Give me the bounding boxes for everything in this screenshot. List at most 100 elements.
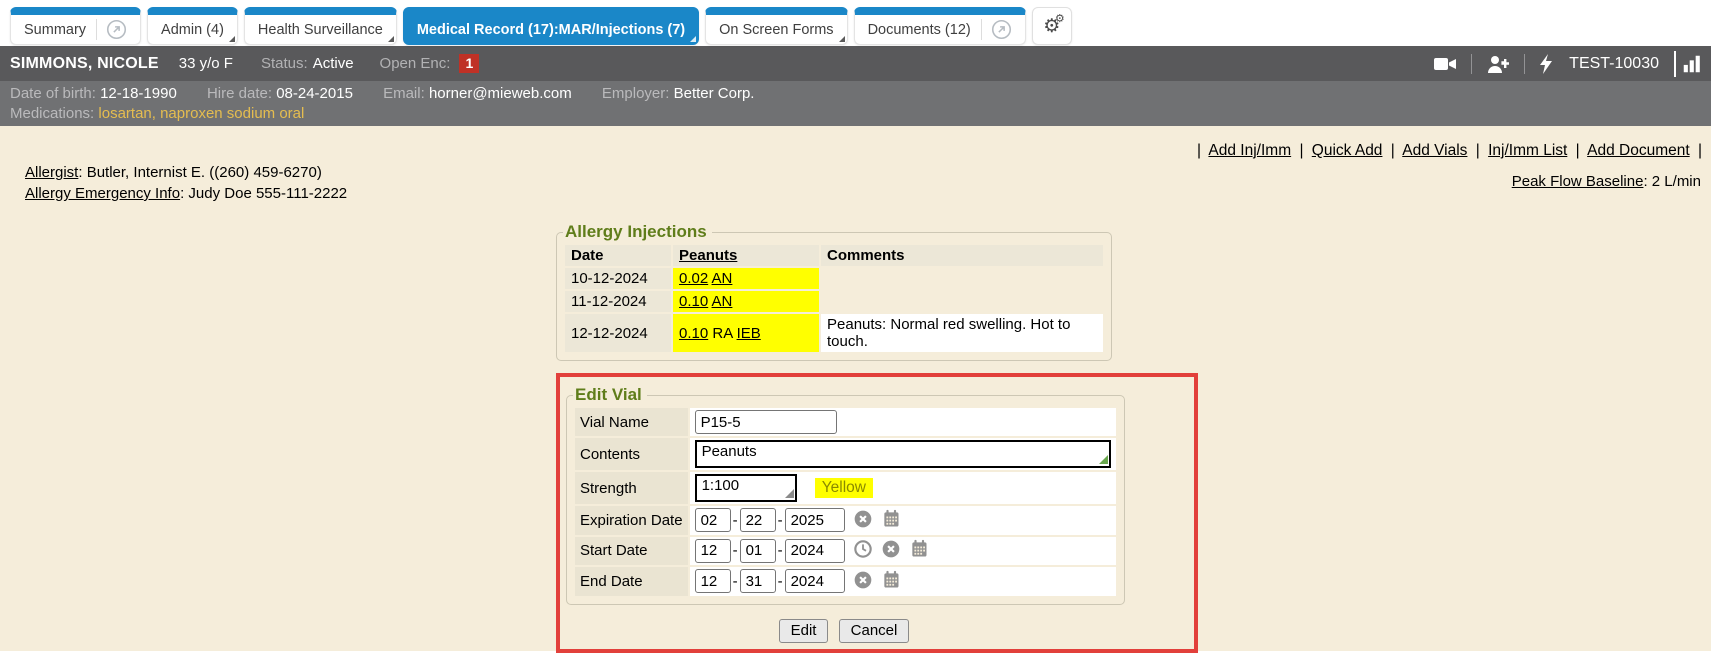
allergy-injections-panel: Allergy Injections Date Peanuts Comments… (556, 222, 1112, 361)
divider (1524, 54, 1525, 74)
peak-flow-link[interactable]: Peak Flow Baseline (1512, 173, 1644, 190)
expiration-month-input[interactable] (695, 508, 731, 532)
table-row: 10-12-2024 0.02 AN (565, 268, 1103, 289)
employer-value: Better Corp. (674, 85, 755, 102)
quick-add-link[interactable]: Quick Add (1312, 142, 1383, 159)
open-enc-badge[interactable]: 1 (459, 54, 479, 73)
divider (1471, 54, 1472, 74)
separator: | (1387, 142, 1399, 159)
date-separator: - (778, 542, 783, 559)
start-month-input[interactable] (695, 539, 731, 563)
tab-on-screen-forms[interactable]: On Screen Forms (705, 7, 847, 45)
cancel-button[interactable]: Cancel (839, 619, 910, 643)
form-row-vial-name: Vial Name (575, 408, 1116, 436)
end-day-input[interactable] (740, 569, 776, 593)
form-row-strength: Strength 1:100 Yellow (575, 472, 1116, 504)
code-link[interactable]: IEB (737, 325, 761, 342)
peak-flow-value: 2 L/min (1652, 173, 1701, 190)
date-separator: - (733, 542, 738, 559)
flowsheet-button[interactable] (1674, 51, 1703, 77)
tab-documents-label: Documents (12) (868, 22, 971, 38)
tab-admin[interactable]: Admin (4) (147, 7, 238, 45)
allergy-emergency-link[interactable]: Allergy Emergency Info (25, 185, 180, 202)
code-link[interactable]: AN (712, 293, 733, 310)
tab-summary[interactable]: Summary (10, 7, 141, 45)
external-link-icon[interactable] (96, 19, 127, 40)
action-links: | Add Inj/Imm | Quick Add | Add Vials | … (1193, 142, 1706, 160)
calendar-icon[interactable] (881, 570, 901, 594)
dose-link[interactable]: 0.10 (679, 293, 708, 310)
add-vials-link[interactable]: Add Vials (1402, 142, 1467, 159)
injection-comment: Peanuts: Normal red swelling. Hot to tou… (821, 314, 1103, 352)
strength-textarea[interactable]: 1:100 (695, 474, 797, 502)
dob-value: 12-18-1990 (100, 85, 177, 102)
expiration-year-input[interactable] (785, 508, 845, 532)
form-row-contents: Contents Peanuts (575, 438, 1116, 470)
tab-health-surveillance[interactable]: Health Surveillance (244, 7, 397, 45)
calendar-icon[interactable] (881, 509, 901, 533)
vial-name-label: Vial Name (575, 408, 688, 436)
dose-link[interactable]: 0.02 (679, 270, 708, 287)
video-camera-icon[interactable] (1432, 53, 1458, 75)
dob: Date of birth: 12-18-1990 (10, 85, 177, 102)
date-separator: - (778, 573, 783, 590)
demographics-banner: Date of birth: 12-18-1990 Hire date: 08-… (0, 81, 1711, 126)
injection-dose-cell: 0.02 AN (673, 268, 819, 289)
peanuts-column-link[interactable]: Peanuts (679, 247, 737, 264)
vial-name-input[interactable] (695, 410, 837, 434)
injection-comment (821, 268, 1103, 289)
hire-label: Hire date: (207, 85, 272, 102)
hire-date: Hire date: 08-24-2015 (207, 85, 353, 102)
add-person-icon[interactable] (1485, 53, 1511, 75)
settings-button[interactable]: ⚙ ⚙ (1032, 7, 1072, 45)
main-content: Allergist: Butler, Internist E. ((260) 4… (0, 126, 1711, 651)
clear-date-icon[interactable] (853, 570, 873, 594)
status-label: Status: (261, 55, 308, 72)
injection-comment (821, 291, 1103, 312)
strength-label: Strength (575, 472, 688, 504)
end-date-label: End Date (575, 567, 688, 596)
col-peanuts: Peanuts (673, 245, 819, 266)
clear-date-icon[interactable] (853, 509, 873, 533)
resize-handle-icon[interactable] (1099, 455, 1108, 464)
allergist-value: Butler, Internist E. ((260) 459-6270) (87, 164, 322, 181)
clock-icon[interactable] (853, 539, 873, 563)
add-document-link[interactable]: Add Document (1587, 142, 1690, 159)
start-date-label: Start Date (575, 537, 688, 566)
dob-label: Date of birth: (10, 85, 96, 102)
start-day-input[interactable] (740, 539, 776, 563)
expiration-day-input[interactable] (740, 508, 776, 532)
code-link[interactable]: AN (712, 270, 733, 287)
dropdown-fold-icon (388, 36, 394, 42)
separator: | (1295, 142, 1307, 159)
tab-health-surveillance-label: Health Surveillance (258, 22, 383, 38)
external-link-icon[interactable] (981, 19, 1012, 40)
expiration-date-label: Expiration Date (575, 506, 688, 535)
allergy-injections-legend: Allergy Injections (563, 222, 712, 242)
status-value: Active (313, 55, 354, 72)
medications-label: Medications: (10, 105, 94, 122)
calendar-icon[interactable] (909, 539, 929, 563)
tab-documents[interactable]: Documents (12) (854, 7, 1026, 45)
end-month-input[interactable] (695, 569, 731, 593)
medications-value[interactable]: losartan, naproxen sodium oral (98, 105, 304, 122)
patient-name: SIMMONS, NICOLE (10, 55, 159, 73)
clear-date-icon[interactable] (881, 539, 901, 563)
allergist-link[interactable]: Allergist (25, 164, 78, 181)
edit-button[interactable]: Edit (779, 619, 829, 643)
table-header-row: Date Peanuts Comments (565, 245, 1103, 266)
injection-dose-cell: 0.10 RA IEB (673, 314, 819, 352)
dose-link[interactable]: 0.10 (679, 325, 708, 342)
start-year-input[interactable] (785, 539, 845, 563)
date-separator: - (733, 573, 738, 590)
inj-imm-list-link[interactable]: Inj/Imm List (1488, 142, 1567, 159)
strength-color-badge: Yellow (815, 478, 873, 498)
contents-textarea[interactable]: Peanuts (695, 440, 1111, 468)
tab-on-screen-forms-label: On Screen Forms (719, 22, 833, 38)
lightning-icon[interactable] (1538, 53, 1554, 75)
gears-icon-small: ⚙ (1055, 14, 1065, 25)
add-inj-imm-link[interactable]: Add Inj/Imm (1208, 142, 1291, 159)
tab-medical-record[interactable]: Medical Record (17):MAR/Injections (7) (403, 7, 699, 45)
end-year-input[interactable] (785, 569, 845, 593)
resize-handle-icon[interactable] (785, 489, 794, 498)
